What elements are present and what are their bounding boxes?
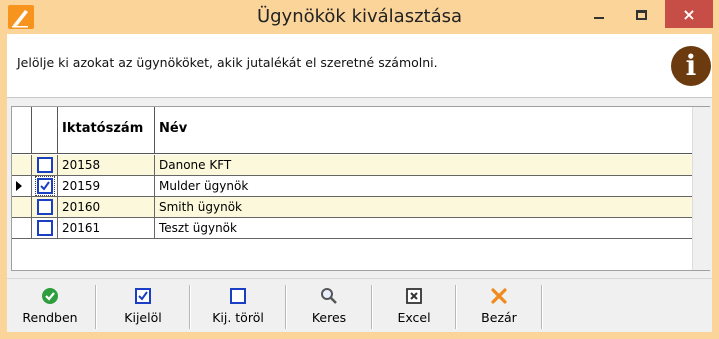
title-bar[interactable]: Ügynökök kiválasztása × xyxy=(0,0,719,34)
bezar-label: Bezár xyxy=(481,310,517,325)
cell-iktatoszam[interactable]: 20159 xyxy=(58,176,155,196)
close-icon: × xyxy=(682,4,696,24)
dialog-client-area: Jelölje ki azokat az ügynököket, akik ju… xyxy=(7,34,712,332)
toolbar-separator xyxy=(285,285,287,329)
info-panel: Jelölje ki azokat az ügynököket, akik ju… xyxy=(7,34,712,98)
rendben-label: Rendben xyxy=(22,310,78,325)
toolbar-separator xyxy=(189,285,191,329)
table-row[interactable]: 20160 Smith ügynök xyxy=(12,197,692,218)
row-indicator-cell xyxy=(12,218,32,238)
table-row[interactable]: 20161 Teszt ügynök xyxy=(12,218,692,239)
cell-nev[interactable]: Smith ügynök xyxy=(155,197,692,217)
row-indicator-cell xyxy=(12,197,32,217)
cell-nev[interactable]: Teszt ügynök xyxy=(155,218,692,238)
kijelol-label: Kijelöl xyxy=(124,310,162,325)
grid-header: Iktatószám Név xyxy=(12,107,692,154)
cell-iktatoszam[interactable]: 20161 xyxy=(58,218,155,238)
checked-box-icon xyxy=(132,285,154,307)
info-message: Jelölje ki azokat az ügynököket, akik ju… xyxy=(17,55,438,70)
row-checkbox[interactable] xyxy=(37,157,53,173)
cell-nev[interactable]: Mulder ügynök xyxy=(155,176,692,196)
close-button[interactable]: × xyxy=(665,0,713,28)
toolbar-separator xyxy=(95,285,97,329)
toolbar-separator xyxy=(371,285,373,329)
maximize-button[interactable] xyxy=(622,0,660,30)
toolbar-separator xyxy=(541,285,543,329)
row-checkbox[interactable] xyxy=(35,176,55,196)
row-checkbox[interactable] xyxy=(37,220,53,236)
ok-check-icon xyxy=(39,285,61,307)
row-indicator-cell xyxy=(12,155,32,175)
checkmark-icon xyxy=(40,181,50,191)
dialog-window: Ügynökök kiválasztása × Jelölje ki azoka… xyxy=(0,0,719,339)
bottom-toolbar: Rendben Kijelöl Kij. töröl Keres Excel B… xyxy=(7,278,712,332)
excel-x-box-icon xyxy=(403,285,425,307)
cell-iktatoszam[interactable]: 20160 xyxy=(58,197,155,217)
minimize-icon xyxy=(594,17,604,19)
close-x-icon xyxy=(488,285,510,307)
row-checkbox-cell[interactable] xyxy=(32,197,58,217)
cell-nev[interactable]: Danone KFT xyxy=(155,155,692,175)
row-checkbox-cell[interactable] xyxy=(32,218,58,238)
table-row[interactable]: 20158 Danone KFT xyxy=(12,155,692,176)
grid-scroll-area[interactable] xyxy=(692,107,710,270)
maximize-icon xyxy=(635,10,647,20)
search-icon xyxy=(318,285,340,307)
header-iktatoszam[interactable]: Iktatószám xyxy=(58,107,155,154)
toolbar-separator xyxy=(455,285,457,329)
header-indicator-cell xyxy=(12,107,32,154)
minimize-button[interactable] xyxy=(580,0,618,30)
keres-button[interactable]: Keres xyxy=(289,283,369,331)
row-checkbox-cell[interactable] xyxy=(32,155,58,175)
rendben-button[interactable]: Rendben xyxy=(7,283,93,331)
kij-torol-button[interactable]: Kij. töröl xyxy=(193,283,283,331)
header-checkbox-cell[interactable] xyxy=(32,107,58,154)
bezar-button[interactable]: Bezár xyxy=(459,283,539,331)
excel-label: Excel xyxy=(397,310,431,325)
info-icon: i xyxy=(671,46,711,86)
header-nev-label: Név xyxy=(159,121,188,136)
current-row-arrow-icon xyxy=(16,181,22,191)
header-nev[interactable]: Név xyxy=(155,107,692,154)
kij-torol-label: Kij. töröl xyxy=(212,310,264,325)
row-indicator-cell xyxy=(12,176,32,196)
cell-iktatoszam[interactable]: 20158 xyxy=(58,155,155,175)
table-row[interactable]: 20159 Mulder ügynök xyxy=(12,176,692,197)
header-iktatoszam-label: Iktatószám xyxy=(62,121,144,136)
kijelol-button[interactable]: Kijelöl xyxy=(101,283,185,331)
row-checkbox-cell[interactable] xyxy=(32,176,58,196)
keres-label: Keres xyxy=(311,310,347,325)
excel-button[interactable]: Excel xyxy=(375,283,453,331)
empty-box-icon xyxy=(227,285,249,307)
agents-grid[interactable]: Iktatószám Név 20158 Danone KFT 20159 Mu… xyxy=(11,106,710,271)
row-checkbox[interactable] xyxy=(37,199,53,215)
